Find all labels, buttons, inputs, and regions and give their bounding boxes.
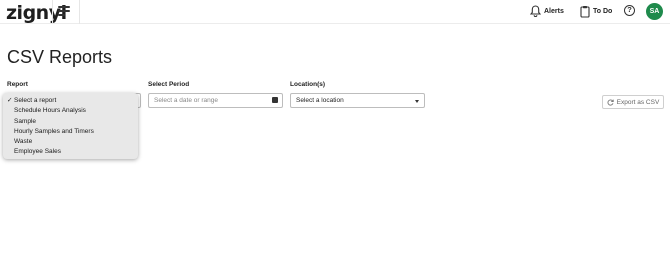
bell-icon [530,5,541,17]
report-option-label: Waste [14,138,33,146]
location-select[interactable]: Select a location [290,93,425,108]
report-option-label: Hourly Samples and Timers [14,127,94,135]
alerts-label: Alerts [544,7,564,15]
page-title: CSV Reports [7,47,113,67]
refresh-icon [607,99,614,106]
report-dropdown-menu: ✓ Select a report Schedule Hours Analysi… [3,93,138,159]
export-csv-label: Export as CSV [616,98,660,106]
report-option-select-a-report[interactable]: ✓ Select a report [3,96,138,106]
report-option-waste[interactable]: Waste [3,137,138,147]
caret-down-icon [415,100,419,103]
select-period-label: Select Period [148,81,190,88]
report-option-employee-sales[interactable]: Employee Sales [3,147,138,157]
calendar-icon[interactable] [272,97,278,103]
report-option-label: Select a report [14,97,57,104]
clipboard-icon [580,6,590,18]
report-label: Report [7,81,28,88]
report-option-label: Sample [14,117,37,125]
report-option-label: Employee Sales [14,148,61,156]
divider [52,0,53,24]
todo-button[interactable]: To Do [580,5,612,18]
report-option-schedule-hours-analysis[interactable]: Schedule Hours Analysis [3,106,138,116]
avatar[interactable]: SA [646,3,663,20]
period-input[interactable]: Select a date or range [148,93,283,108]
question-circle-icon[interactable]: ? [624,5,635,16]
hamburger-menu-icon[interactable] [58,5,72,17]
location-select-value: Select a location [296,97,344,104]
report-option-hourly-samples-and-timers[interactable]: Hourly Samples and Timers [3,127,138,137]
locations-label: Location(s) [290,81,326,88]
divider [79,0,80,24]
top-navigation-bar: zignyl Alerts To Do ? SA [0,0,670,24]
export-csv-button[interactable]: Export as CSV [602,95,664,109]
alerts-button[interactable]: Alerts [530,5,564,17]
todo-label: To Do [593,8,613,15]
check-icon: ✓ [7,97,13,104]
report-option-label: Schedule Hours Analysis [14,107,86,115]
report-option-sample[interactable]: Sample [3,117,138,127]
period-placeholder: Select a date or range [154,97,218,104]
